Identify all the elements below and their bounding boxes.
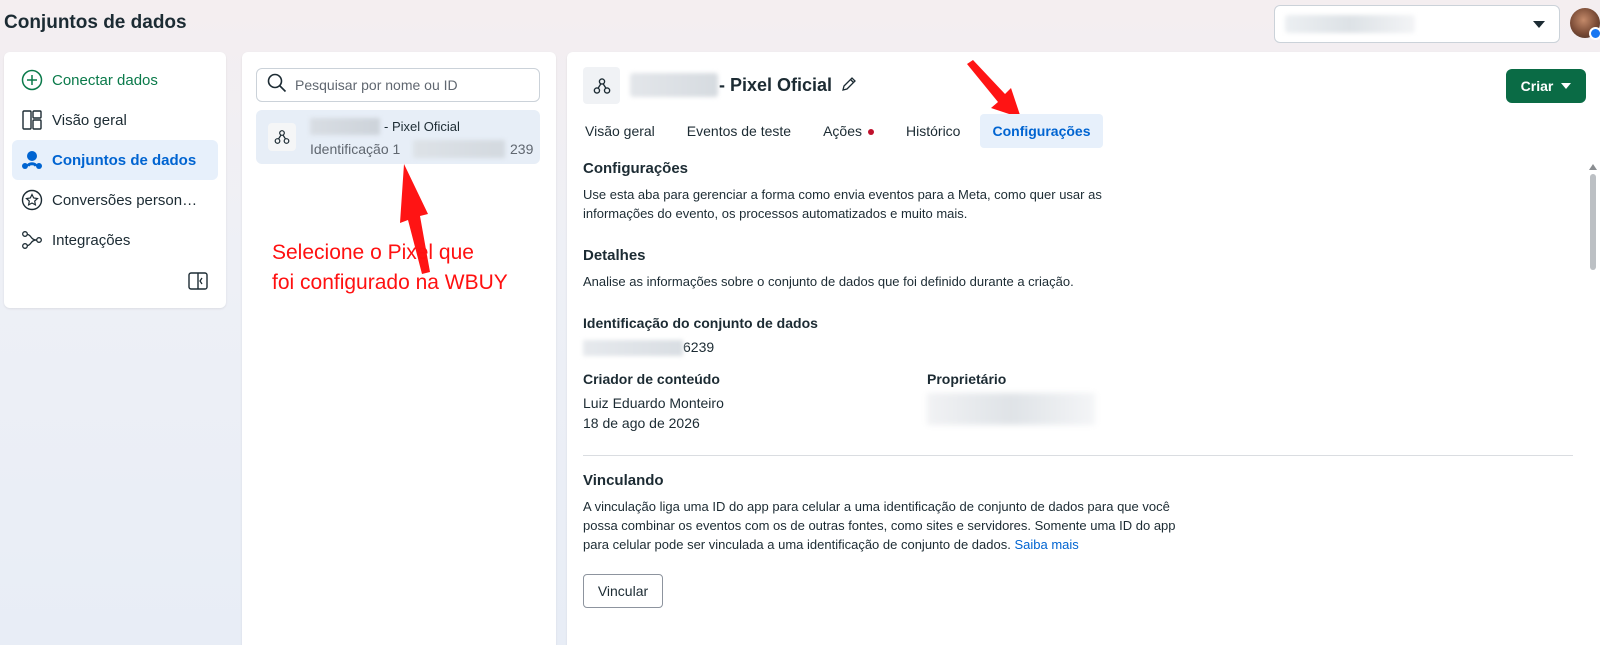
dataset-icon (583, 67, 620, 104)
sidebar-item-label: Conversões person… (52, 191, 198, 209)
sidebar-item-label: Integrações (52, 231, 131, 249)
sidebar-item-connect-data[interactable]: Conectar dados (12, 60, 218, 100)
dataset-id-suffix: 239 (510, 141, 534, 157)
star-badge-icon (20, 188, 44, 212)
tab-label: Histórico (906, 123, 961, 139)
creator-label: Criador de conteúdo (583, 371, 720, 387)
pencil-icon[interactable] (840, 75, 858, 93)
plus-circle-icon (20, 68, 44, 92)
creator-block: Criador de conteúdo Luiz Eduardo Monteir… (583, 371, 927, 433)
account-name-redacted (1285, 15, 1415, 33)
avatar[interactable] (1570, 8, 1600, 40)
dataset-list-item[interactable]: - Pixel Oficial Identificação 1 239 (256, 110, 540, 164)
owner-redacted (927, 393, 1095, 425)
dataset-icon (268, 123, 296, 151)
tab-label: Eventos de teste (686, 123, 792, 139)
sidebar-item-overview[interactable]: Visão geral (12, 100, 218, 140)
creator-owner-row: Criador de conteúdo Luiz Eduardo Monteir… (583, 371, 1573, 433)
dataset-id-redacted (413, 140, 505, 158)
create-button-label: Criar (1520, 78, 1554, 94)
learn-more-link[interactable]: Saiba mais (1014, 537, 1078, 552)
tab-label: Visão geral (585, 123, 655, 139)
page-title: Conjuntos de dados (4, 12, 187, 33)
tab-label: Ações (823, 123, 863, 139)
tab-actions[interactable]: Ações (811, 114, 886, 148)
owner-label: Proprietário (927, 371, 1007, 387)
sidebar-item-label: Visão geral (52, 111, 127, 129)
search-input[interactable] (295, 77, 535, 93)
creator-name: Luiz Eduardo Monteiro (583, 395, 724, 411)
tab-overview[interactable]: Visão geral (573, 114, 667, 148)
notification-dot (868, 129, 875, 136)
people-icon (20, 148, 44, 172)
scroll-up-icon (1589, 164, 1597, 170)
integration-icon (20, 228, 44, 252)
settings-content: Configurações Use esta aba para gerencia… (583, 160, 1573, 608)
facebook-badge-icon (1589, 27, 1600, 40)
creator-date: 18 de ago de 2026 (583, 415, 700, 431)
scrollbar[interactable] (1589, 164, 1597, 645)
section-title-linking: Vinculando (583, 472, 664, 489)
annotation-text: Selecione o Pixel que foi configurado na… (272, 238, 508, 298)
dataset-id-redacted (583, 340, 683, 357)
dataset-title-redacted (630, 73, 718, 97)
sidebar-item-label: Conjuntos de dados (52, 151, 197, 169)
tab-bar: Visão geral Eventos de teste Ações Histó… (573, 114, 1111, 148)
sidebar-item-custom-conversions[interactable]: Conversões person… (12, 180, 218, 220)
dataset-title: - Pixel Oficial (719, 75, 833, 95)
create-button[interactable]: Criar (1506, 69, 1586, 103)
section-text-settings: Use esta aba para gerenciar a forma como… (583, 187, 1102, 221)
annotation-line-1: Selecione o Pixel que (272, 241, 474, 264)
collapse-sidebar-icon[interactable] (188, 272, 208, 290)
dataset-id-label: Identificação do conjunto de dados (583, 315, 818, 331)
account-selector[interactable] (1274, 5, 1560, 43)
section-title-settings: Configurações (583, 160, 689, 177)
dataset-name: - Pixel Oficial (384, 119, 460, 134)
sidebar-item-integrations[interactable]: Integrações (12, 220, 218, 260)
tab-test-events[interactable]: Eventos de teste (675, 114, 803, 148)
tab-settings[interactable]: Configurações (980, 114, 1103, 148)
sidebar-item-label: Conectar dados (52, 71, 158, 89)
dataset-id-value: 6239 (583, 337, 1573, 357)
section-text-linking: A vinculação liga uma ID do app para cel… (583, 497, 1203, 554)
caret-down-icon (1561, 83, 1572, 89)
scrollbar-thumb[interactable] (1590, 174, 1596, 270)
sidebar-nav: Conectar dados Visão geral Conjuntos de … (4, 52, 226, 308)
section-text-details: Analise as informações sobre o conjunto … (583, 274, 1074, 289)
dataset-list-panel: - Pixel Oficial Identificação 1 239 Sele… (242, 52, 556, 645)
layout-icon (20, 108, 44, 132)
dataset-name-redacted (310, 118, 380, 135)
sidebar-item-datasets[interactable]: Conjuntos de dados (12, 140, 218, 180)
search-box[interactable] (256, 68, 540, 102)
tab-label: Configurações (992, 123, 1091, 139)
annotation-line-2: foi configurado na WBUY (272, 271, 508, 294)
section-divider (583, 455, 1573, 456)
linking-text: A vinculação liga uma ID do app para cel… (583, 499, 1176, 552)
link-app-button-label: Vincular (597, 583, 649, 599)
owner-block: Proprietário (927, 371, 1095, 433)
dataset-id-prefix: Identificação 1 (310, 141, 401, 157)
dataset-detail-panel: - Pixel Oficial Criar Visão geral Evento… (567, 52, 1600, 645)
annotation-arrow-down (967, 60, 1021, 118)
dataset-id-suffix: 6239 (683, 339, 715, 355)
section-title-details: Detalhes (583, 247, 646, 264)
link-app-button[interactable]: Vincular (583, 574, 663, 608)
tab-history[interactable]: Histórico (894, 114, 972, 148)
search-icon (267, 73, 287, 98)
caret-down-icon (1533, 21, 1545, 28)
